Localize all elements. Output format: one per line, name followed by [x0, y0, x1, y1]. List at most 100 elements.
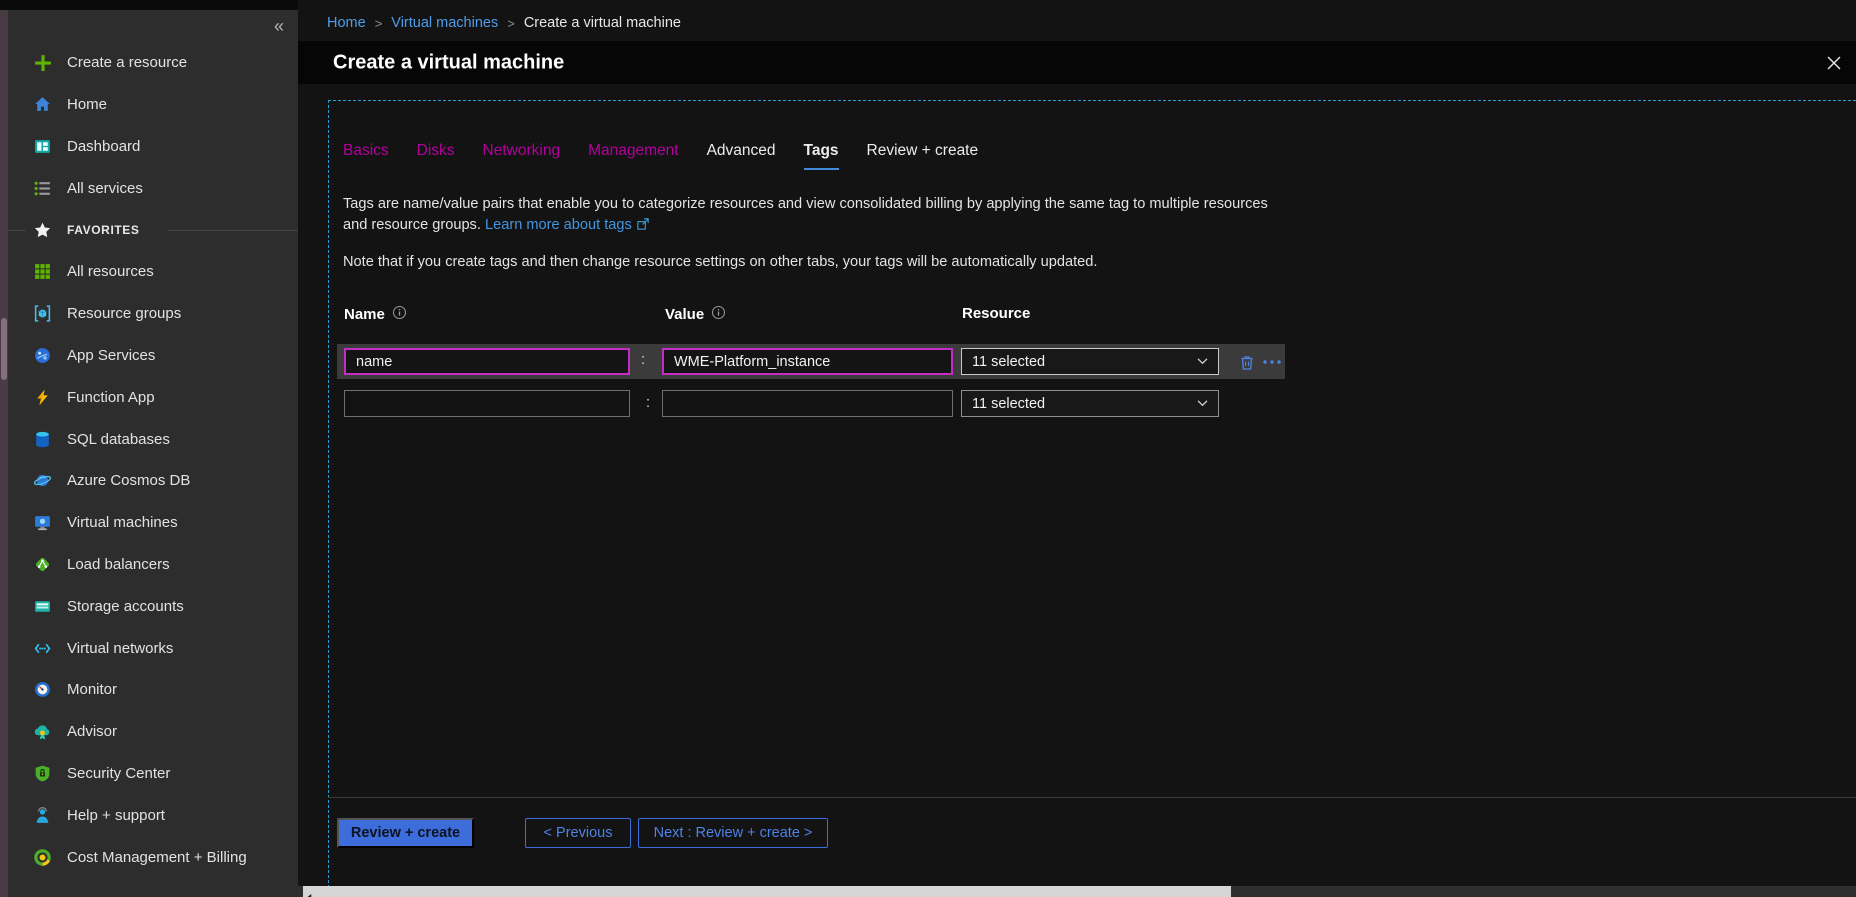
- function-app-icon: [33, 388, 52, 407]
- review-create-button[interactable]: Review + create: [337, 818, 474, 848]
- resource-dropdown-value: 11 selected: [972, 396, 1045, 412]
- sidebar-item-advisor[interactable]: Advisor: [8, 711, 298, 753]
- tab-review-create[interactable]: Review + create: [867, 142, 979, 170]
- horizontal-scrollbar[interactable]: [298, 886, 1856, 897]
- tab-tags[interactable]: Tags: [804, 142, 839, 170]
- all-services-icon: [33, 179, 52, 198]
- sidebar-item-label: SQL databases: [67, 431, 170, 448]
- tab-advanced[interactable]: Advanced: [707, 142, 776, 170]
- monitor-icon: [33, 680, 52, 699]
- sidebar-item-sql-databases[interactable]: SQL databases: [8, 418, 298, 460]
- learn-more-link[interactable]: Learn more about tags: [485, 217, 632, 233]
- sidebar-section-favorites: FAVORITES: [8, 209, 298, 251]
- page-title: Create a virtual machine: [333, 51, 564, 74]
- next-button[interactable]: Next : Review + create >: [638, 818, 828, 848]
- close-icon[interactable]: [1824, 53, 1844, 73]
- top-strip: [0, 0, 298, 10]
- breadcrumb-current: Create a virtual machine: [524, 15, 681, 31]
- sidebar-collapse-button[interactable]: «: [274, 16, 284, 37]
- sidebar-item-label: Monitor: [67, 681, 117, 698]
- sidebar-item-all-resources[interactable]: All resources: [8, 251, 298, 293]
- sidebar-item-azure-cosmos-db[interactable]: Azure Cosmos DB: [8, 460, 298, 502]
- sidebar-item-load-balancers[interactable]: Load balancers: [8, 544, 298, 586]
- sidebar-item-label: Home: [67, 96, 107, 113]
- sidebar-item-storage-accounts[interactable]: Storage accounts: [8, 585, 298, 627]
- column-header-label: Name: [344, 306, 385, 323]
- star-icon: [33, 221, 52, 240]
- sidebar-item-label: Function App: [67, 389, 155, 406]
- sql-databases-icon: [33, 430, 52, 449]
- sidebar-item-label: All services: [67, 180, 143, 197]
- sidebar-item-label: All resources: [67, 263, 154, 280]
- sidebar-item-label: Resource groups: [67, 305, 181, 322]
- resource-dropdown-1[interactable]: 11 selected: [961, 348, 1219, 375]
- sidebar-item-virtual-networks[interactable]: Virtual networks: [8, 627, 298, 669]
- column-header-resource: Resource: [962, 305, 1030, 322]
- tab-basics[interactable]: Basics: [343, 142, 389, 170]
- tab-disks[interactable]: Disks: [417, 142, 455, 170]
- sidebar-item-dashboard[interactable]: Dashboard: [8, 126, 298, 168]
- sidebar: « Create a resource Home Dashboard All s…: [8, 10, 298, 897]
- column-header-name: Name: [344, 305, 407, 324]
- resource-dropdown-value: 11 selected: [972, 354, 1045, 370]
- tab-management[interactable]: Management: [588, 142, 678, 170]
- tag-name-input-1[interactable]: [344, 348, 630, 375]
- sidebar-item-label: Help + support: [67, 807, 165, 824]
- edge-scroll-indicator[interactable]: [1, 318, 7, 380]
- sidebar-item-resource-groups[interactable]: Resource groups: [8, 293, 298, 335]
- breadcrumb-home[interactable]: Home: [327, 15, 366, 31]
- sidebar-item-label: Cost Management + Billing: [67, 849, 247, 866]
- chevron-down-icon: [1196, 396, 1209, 412]
- sidebar-item-create-a-resource[interactable]: Create a resource: [8, 42, 298, 84]
- tag-value-input-1[interactable]: [662, 348, 953, 375]
- sidebar-item-label: Virtual machines: [67, 514, 178, 531]
- more-options-icon[interactable]: [1261, 354, 1283, 370]
- tags-note: Note that if you create tags and then ch…: [343, 254, 1097, 270]
- sidebar-item-label: Load balancers: [67, 556, 170, 573]
- external-link-icon: [636, 217, 650, 238]
- all-resources-icon: [33, 262, 52, 281]
- delete-row-icon[interactable]: [1236, 351, 1258, 373]
- load-balancers-icon: [33, 555, 52, 574]
- sidebar-item-cost-management-billing[interactable]: Cost Management + Billing: [8, 836, 298, 878]
- breadcrumb: Home > Virtual machines > Create a virtu…: [327, 11, 681, 35]
- favorites-divider: [8, 230, 26, 231]
- resource-dropdown-2[interactable]: 11 selected: [961, 390, 1219, 417]
- wizard-tabs: Basics Disks Networking Management Advan…: [343, 142, 978, 170]
- sidebar-item-virtual-machines[interactable]: Virtual machines: [8, 502, 298, 544]
- sidebar-item-label: Dashboard: [67, 138, 140, 155]
- tag-name-input-2[interactable]: [344, 390, 630, 417]
- cosmos-db-icon: [33, 471, 52, 490]
- sidebar-item-label: Azure Cosmos DB: [67, 472, 190, 489]
- sidebar-item-function-app[interactable]: Function App: [8, 376, 298, 418]
- tab-networking[interactable]: Networking: [483, 142, 561, 170]
- sidebar-item-label: Virtual networks: [67, 640, 173, 657]
- storage-accounts-icon: [33, 597, 52, 616]
- sidebar-item-security-center[interactable]: Security Center: [8, 753, 298, 795]
- dashboard-icon: [33, 137, 52, 156]
- sidebar-item-help-support[interactable]: Help + support: [8, 794, 298, 836]
- info-icon[interactable]: [711, 305, 726, 324]
- sidebar-item-app-services[interactable]: App Services: [8, 335, 298, 377]
- sidebar-item-monitor[interactable]: Monitor: [8, 669, 298, 711]
- info-icon[interactable]: [392, 305, 407, 324]
- app-services-icon: [33, 346, 52, 365]
- tags-description: Tags are name/value pairs that enable yo…: [343, 194, 1273, 238]
- sidebar-item-home[interactable]: Home: [8, 84, 298, 126]
- horizontal-scrollbar-thumb[interactable]: [303, 886, 1231, 897]
- tag-value-input-2[interactable]: [662, 390, 953, 417]
- azure-portal-window: « Create a resource Home Dashboard All s…: [0, 0, 1856, 897]
- virtual-machines-icon: [33, 513, 52, 532]
- breadcrumb-separator: >: [507, 16, 515, 31]
- footer-divider: [328, 797, 1856, 798]
- sidebar-nav: Create a resource Home Dashboard All ser…: [8, 42, 298, 878]
- previous-button[interactable]: < Previous: [525, 818, 631, 848]
- advisor-icon: [33, 722, 52, 741]
- breadcrumb-virtual-machines[interactable]: Virtual machines: [391, 15, 498, 31]
- cost-management-icon: [33, 848, 52, 867]
- sidebar-item-all-services[interactable]: All services: [8, 167, 298, 209]
- favorites-divider: [168, 230, 298, 231]
- column-header-label: Value: [665, 306, 704, 323]
- virtual-networks-icon: [33, 639, 52, 658]
- title-bar: Create a virtual machine: [298, 41, 1856, 84]
